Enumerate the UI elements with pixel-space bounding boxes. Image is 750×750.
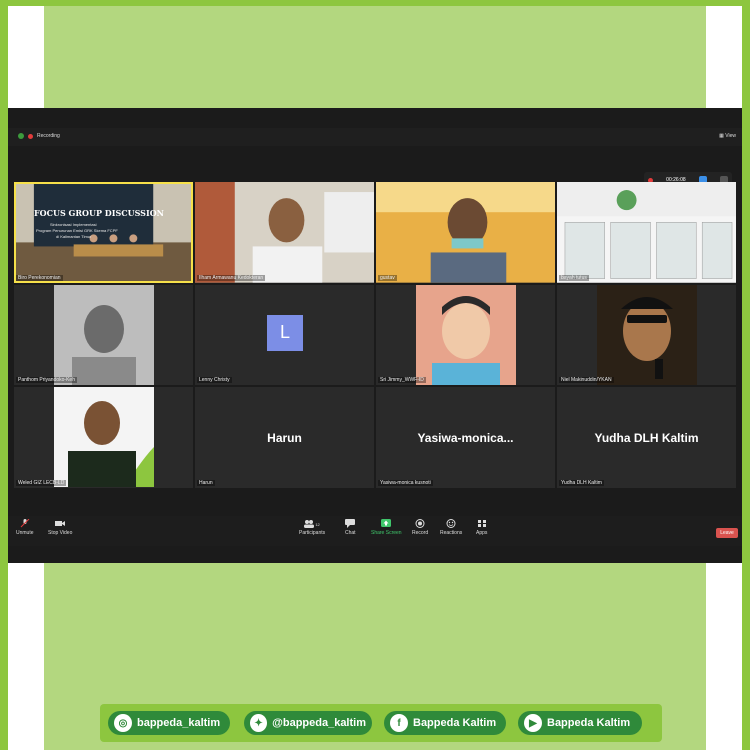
instagram-icon: ◎ — [114, 714, 132, 732]
stop-video-button[interactable]: Stop Video — [48, 519, 72, 536]
recording-indicator[interactable]: Recording — [18, 133, 60, 139]
video-tile[interactable]: Harun Harun — [195, 387, 374, 488]
person-photo — [54, 387, 154, 488]
participant-name: gustav — [378, 274, 397, 281]
participant-display-name: Harun — [267, 431, 302, 446]
mic-muted-icon — [20, 519, 30, 528]
participants-count: 12 — [315, 522, 320, 527]
zoom-titlebar — [8, 128, 742, 146]
social-label: bappeda_kaltim — [137, 717, 221, 729]
share-screen-label: Share Screen — [371, 530, 402, 536]
video-tile[interactable]: L Lenny Christy — [195, 284, 374, 386]
participant-name: Weled GIZ LECB-LD — [16, 479, 67, 486]
chat-icon — [345, 519, 356, 528]
record-label: Record — [412, 530, 429, 536]
slide-title: FOCUS GROUP DISCUSSION — [34, 208, 164, 218]
video-tile[interactable]: Ilham Armawanu Kedokteran — [195, 182, 374, 283]
video-tile[interactable]: Sri Jimmy_WWF-ID — [376, 284, 555, 386]
record-dot-icon — [28, 133, 33, 139]
facebook-icon: f — [390, 714, 408, 732]
participant-name: Harun — [197, 479, 215, 486]
participant-name: bayah tutus — [559, 274, 589, 281]
meeting-toolbar: Unmute Stop Video 12 Participants Chat S… — [8, 516, 742, 546]
video-gallery: FOCUS GROUP DISCUSSION Sinkronisasi Impl… — [14, 182, 736, 488]
stop-video-label: Stop Video — [48, 530, 73, 536]
video-tile[interactable]: Yudha DLH Kaltim Yudha DLH Kaltim — [557, 387, 736, 488]
social-label: Bappeda Kaltim — [413, 717, 497, 729]
person-video — [195, 182, 374, 283]
video-tile[interactable]: Yasiwa-monica... Yasiwa-monica kusnoti — [376, 387, 555, 488]
grid-icon: ▦ — [719, 133, 724, 139]
record-icon — [415, 519, 425, 528]
reactions-button[interactable]: Reactions — [440, 519, 462, 536]
chat-label: Chat — [345, 530, 356, 536]
youtube-icon: ▶ — [524, 714, 542, 732]
unmute-label: Unmute — [16, 530, 34, 536]
participant-name: Ilham Armawanu Kedokteran — [197, 274, 266, 281]
participant-name: Biro Perekonomian — [16, 274, 63, 281]
video-tile[interactable]: FOCUS GROUP DISCUSSION Sinkronisasi Impl… — [14, 182, 193, 283]
participants-label: Participants — [299, 530, 326, 536]
social-twitter[interactable]: ✦ @bappeda_kaltim — [244, 711, 372, 735]
person-video — [376, 182, 555, 283]
slide-line-1: Sinkronisasi Implementasi — [50, 222, 97, 227]
share-screen-button[interactable]: Share Screen — [371, 519, 402, 536]
unmute-button[interactable]: Unmute — [16, 519, 34, 536]
video-camera-icon — [55, 521, 66, 526]
apps-icon — [477, 520, 486, 527]
zoom-window: Recording ▦ View 00:26:08 FOCUS GROUP DI… — [8, 108, 742, 563]
view-label: View — [725, 133, 736, 139]
view-button[interactable]: ▦ View — [719, 133, 736, 139]
reactions-label: Reactions — [440, 530, 463, 536]
social-youtube[interactable]: ▶ Bappeda Kaltim — [518, 711, 642, 735]
video-tile[interactable]: Panthom Priyandoko-Keh — [14, 284, 193, 386]
person-photo — [597, 284, 697, 385]
slide-line-3: di Kalimantan Timur — [56, 234, 92, 239]
participant-name: Panthom Priyandoko-Keh — [16, 377, 77, 384]
participant-display-name: Yasiwa-monica... — [417, 431, 514, 446]
social-instagram[interactable]: ◎ bappeda_kaltim — [108, 711, 230, 735]
participant-name: Sri Jimmy_WWF-ID — [378, 377, 426, 384]
participants-button[interactable]: 12 Participants — [299, 519, 325, 536]
participant-name: Niel Makinuddin/YKAN — [559, 377, 614, 384]
slide-line-2: Program Penurunan Emisi GRK Skema FCPF — [36, 228, 118, 233]
frame-left — [0, 0, 8, 750]
video-tile[interactable]: Weled GIZ LECB-LD — [14, 387, 193, 488]
participant-display-name: Yudha DLH Kaltim — [594, 431, 699, 446]
participants-indicator: 12 — [304, 519, 320, 530]
participant-name: Lenny Christy — [197, 377, 232, 384]
apps-button[interactable]: Apps — [476, 519, 487, 536]
participant-name: Yudha DLH Kaltim — [559, 479, 604, 486]
social-label: Bappeda Kaltim — [547, 717, 631, 729]
smiley-icon — [446, 519, 456, 528]
leave-button[interactable]: Leave — [716, 528, 738, 538]
shield-icon — [18, 133, 24, 139]
person-photo — [416, 284, 516, 385]
recording-label: Recording — [37, 133, 60, 139]
participant-name: Yasiwa-monica kusnoti — [378, 479, 433, 486]
frame-right — [742, 0, 750, 750]
record-button[interactable]: Record — [412, 519, 428, 536]
video-tile[interactable]: bayah tutus — [557, 182, 736, 283]
social-label: @bappeda_kaltim — [272, 717, 366, 729]
people-icon — [304, 520, 315, 528]
avatar: L — [267, 314, 303, 351]
share-screen-icon — [381, 519, 392, 527]
video-tile[interactable]: gustav — [376, 182, 555, 283]
social-facebook[interactable]: f Bappeda Kaltim — [384, 711, 506, 735]
social-bar: ◎ bappeda_kaltim ✦ @bappeda_kaltim f Bap… — [100, 704, 662, 742]
twitter-icon: ✦ — [250, 714, 268, 732]
video-tile[interactable]: Niel Makinuddin/YKAN — [557, 284, 736, 386]
chat-button[interactable]: Chat — [345, 519, 356, 536]
person-photo — [54, 284, 154, 385]
room-video — [557, 182, 736, 283]
apps-label: Apps — [476, 530, 488, 536]
